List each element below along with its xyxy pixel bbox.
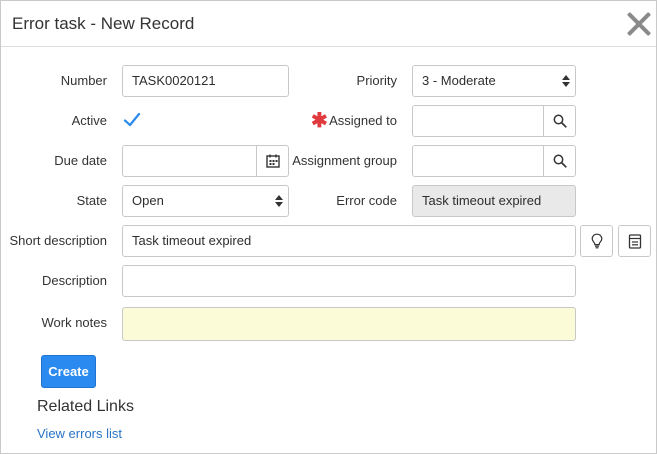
suggestion-button[interactable] — [580, 225, 613, 257]
record-modal: Error task - New Record Number TASK00201… — [0, 0, 657, 454]
active-label: Active — [71, 113, 107, 128]
assignment-group-field[interactable] — [412, 145, 576, 177]
priority-label: Priority — [356, 73, 397, 88]
related-links-heading: Related Links — [37, 398, 134, 415]
modal-header: Error task - New Record — [1, 1, 656, 47]
short-description-field[interactable]: Task timeout expired — [122, 225, 576, 257]
assignment-group-lookup-button[interactable] — [543, 146, 575, 176]
short-description-label: Short description — [9, 233, 107, 248]
priority-value: 3 - Moderate — [422, 73, 496, 88]
active-checkbox[interactable] — [122, 110, 142, 130]
lightbulb-icon — [591, 233, 602, 249]
check-icon — [123, 112, 141, 127]
due-date-field[interactable] — [122, 145, 289, 177]
state-label: State — [76, 193, 107, 208]
priority-select[interactable]: 3 - Moderate — [412, 65, 576, 97]
assignment-group-label: Assignment group — [292, 153, 397, 168]
assigned-to-lookup-button[interactable] — [543, 106, 575, 136]
template-icon — [628, 233, 641, 249]
work-notes-field[interactable] — [122, 307, 576, 341]
close-icon[interactable] — [625, 10, 653, 38]
view-errors-list-link[interactable]: View errors list — [37, 426, 122, 441]
number-field[interactable]: TASK0020121 — [122, 65, 289, 97]
error-code-label: Error code — [336, 193, 397, 208]
template-button[interactable] — [618, 225, 651, 257]
assigned-to-label: Assigned to — [329, 113, 397, 128]
state-select[interactable]: Open — [122, 185, 289, 217]
description-label: Description — [41, 273, 107, 288]
state-value: Open — [132, 193, 164, 208]
work-notes-label: Work notes — [41, 315, 107, 330]
search-icon — [553, 154, 567, 168]
create-button[interactable]: Create — [41, 355, 96, 388]
select-arrows-icon — [562, 75, 570, 87]
error-code-field: Task timeout expired — [412, 185, 576, 217]
due-date-label: Due date — [54, 153, 107, 168]
calendar-icon — [265, 154, 280, 168]
search-icon — [553, 114, 567, 128]
assigned-to-field[interactable] — [412, 105, 576, 137]
description-field[interactable] — [122, 265, 576, 297]
number-label: Number — [60, 73, 107, 88]
modal-title: Error task - New Record — [12, 14, 195, 33]
